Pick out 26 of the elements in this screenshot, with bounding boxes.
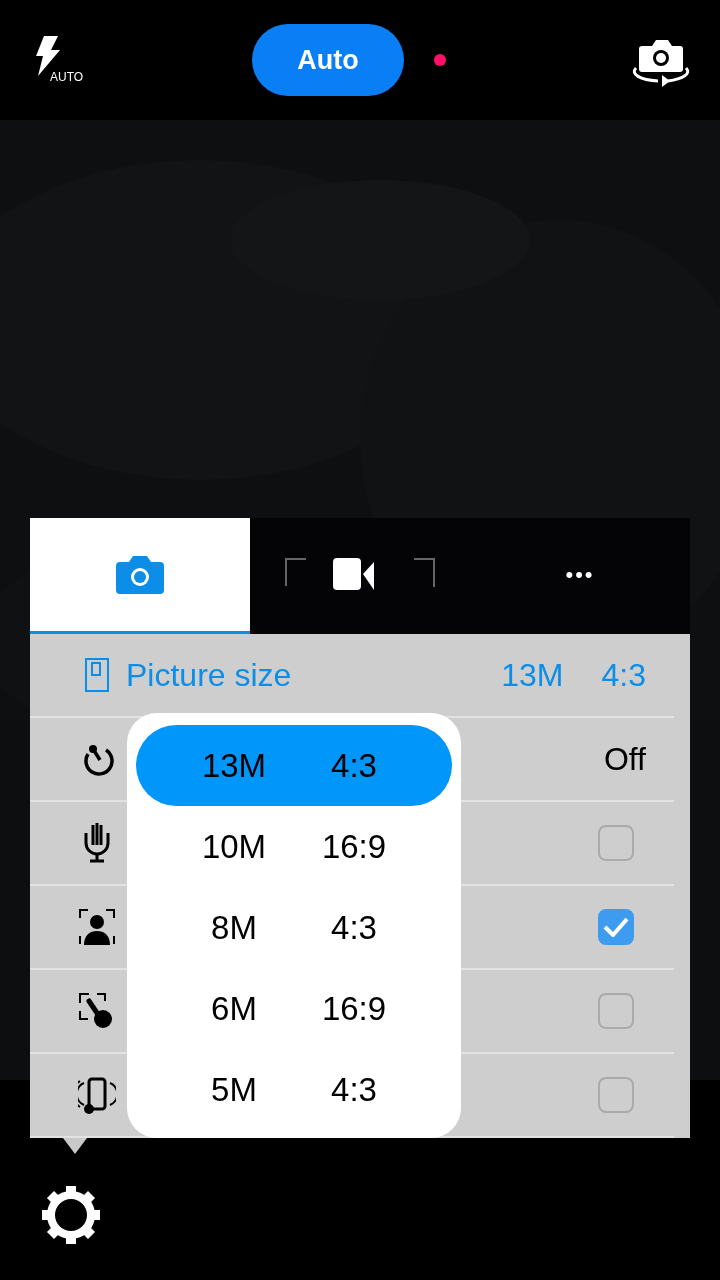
checkbox[interactable] [598, 993, 634, 1029]
frame-icon [85, 658, 109, 692]
checkmark-icon [603, 917, 629, 937]
setting-value: 4:3 [601, 656, 646, 694]
size-option[interactable]: 10M 16:9 [136, 806, 452, 887]
microphone-icon [83, 823, 111, 863]
setting-value: 13M [501, 656, 564, 694]
settings-icon[interactable] [41, 1185, 101, 1245]
size-option[interactable]: 5M 4:3 [136, 1049, 452, 1130]
checkbox[interactable] [598, 909, 634, 945]
checkbox[interactable] [598, 825, 634, 861]
mode-button[interactable]: Auto [252, 24, 404, 96]
size-option[interactable]: 8M 4:3 [136, 887, 452, 968]
size-option[interactable]: 6M 16:9 [136, 968, 452, 1049]
setting-label: Picture size [126, 656, 292, 694]
checkbox[interactable] [598, 1077, 634, 1113]
flash-auto-button[interactable]: AUTO [34, 36, 88, 86]
pointer-arrow [63, 1138, 87, 1154]
face-detection-icon [79, 909, 115, 945]
setting-value: Off [603, 740, 646, 778]
video-camera-icon [285, 557, 435, 592]
camera-icon [114, 555, 166, 594]
touch-icon [79, 993, 115, 1029]
switch-camera-icon[interactable] [632, 38, 690, 88]
shaking-phone-icon [78, 1075, 116, 1115]
size-option[interactable]: 13M 4:3 [136, 725, 452, 806]
